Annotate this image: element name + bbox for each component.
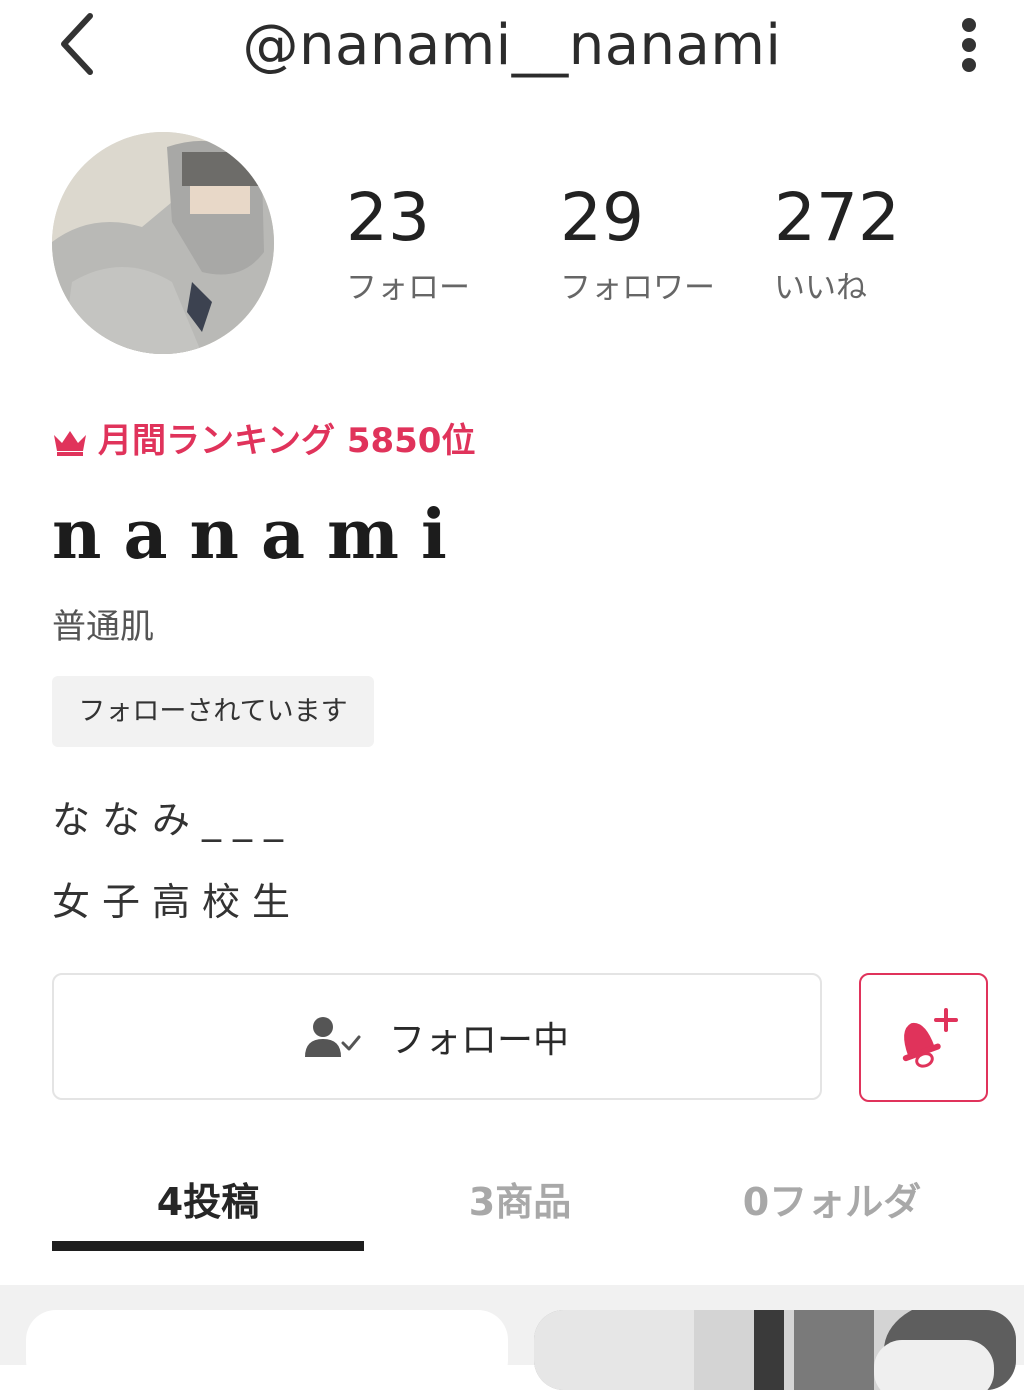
following-count: 23 — [346, 179, 430, 256]
followers-label: フォロワー — [560, 270, 715, 306]
post-thumbnail — [534, 1310, 1016, 1390]
avatar[interactable] — [52, 132, 274, 354]
chevron-left-icon — [61, 13, 93, 75]
bio-line: ななみ___ — [52, 798, 296, 842]
likes-count: 272 — [774, 179, 900, 256]
likes-stat[interactable]: 272 いいね — [774, 178, 900, 308]
monthly-ranking[interactable]: 月間ランキング 5850位 — [52, 418, 475, 464]
user-check-icon — [304, 1016, 361, 1057]
back-button[interactable] — [44, 8, 108, 80]
follows-you-badge: フォローされています — [52, 676, 374, 747]
tab-folders[interactable]: 0フォルダ — [676, 1172, 988, 1232]
notification-button[interactable] — [859, 973, 988, 1102]
following-button[interactable]: フォロー中 — [52, 973, 822, 1100]
display-name: nanami — [52, 495, 469, 575]
more-options-button[interactable] — [944, 10, 994, 80]
tab-products[interactable]: 3商品 — [364, 1172, 676, 1232]
following-button-label: フォロー中 — [388, 1019, 569, 1061]
avatar-photo — [52, 132, 274, 354]
bio-line: 女子高校生 — [52, 880, 303, 924]
ranking-text: 月間ランキング 5850位 — [98, 421, 476, 461]
likes-label: いいね — [774, 270, 867, 306]
post-card[interactable] — [534, 1310, 1016, 1390]
followers-count: 29 — [560, 179, 644, 256]
skin-type: 普通肌 — [52, 607, 154, 647]
page-title: @nanami__nanami — [242, 13, 782, 78]
post-card[interactable] — [26, 1310, 508, 1390]
followers-stat[interactable]: 29 フォロワー — [560, 178, 715, 308]
active-tab-indicator — [52, 1241, 364, 1251]
following-stat[interactable]: 23 フォロー — [346, 178, 470, 308]
bell-plus-icon — [902, 1007, 958, 1068]
following-label: フォロー — [346, 270, 470, 306]
vertical-ellipsis-icon — [962, 18, 976, 72]
tab-posts[interactable]: 4投稿 — [52, 1172, 364, 1232]
crown-icon — [54, 431, 86, 456]
